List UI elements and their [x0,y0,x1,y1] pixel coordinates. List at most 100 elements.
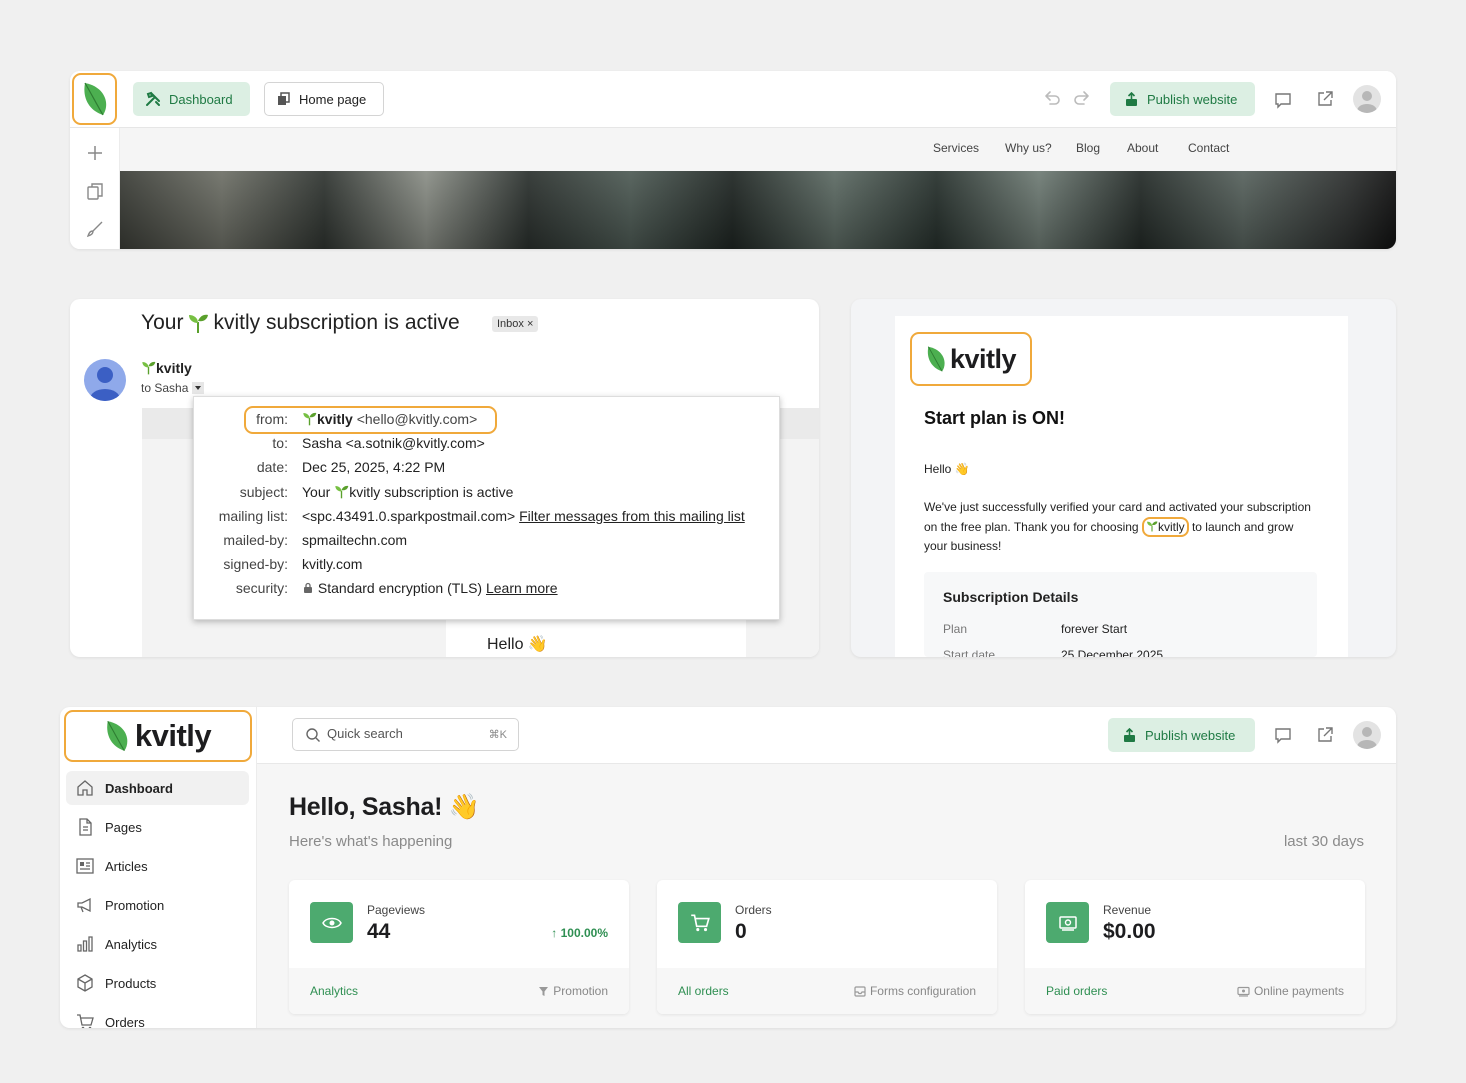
preview-paragraph: We've just successfully verified your ca… [924,498,1314,555]
undo-icon[interactable] [1042,88,1062,108]
preview-hello: Hello 👋 [924,462,970,476]
detail-mailing-list: mailing list: <spc.43491.0.sparkpostmail… [194,508,781,530]
plus-icon[interactable] [85,143,105,163]
email-panel: Your kvitly subscription is active Inbox… [70,299,819,657]
publish-website-button[interactable]: Publish website [1108,718,1255,752]
dashboard-button[interactable]: Dashboard [133,82,250,116]
sidebar-item-articles[interactable]: Articles [66,849,249,883]
sidebar-item-orders[interactable]: Orders [66,1005,249,1028]
from-value: kvitly <hello@kvitly.com> [302,411,477,427]
search-input[interactable] [327,726,477,741]
box-icon [77,974,93,992]
editor-topbar: Dashboard Home page Publish website [70,71,1396,128]
sidebar-item-label: Pages [105,819,142,835]
to-label: to Sasha [141,381,189,395]
dashboard-topbar: ⌘K Publish website [257,707,1396,764]
date-value: Dec 25, 2025, 4:22 PM [302,459,446,475]
brush-icon[interactable] [85,219,105,239]
stat-link-label: Promotion [553,984,608,998]
sidebar-item-promotion[interactable]: Promotion [66,888,249,922]
sidebar-item-label: Promotion [105,897,165,913]
stat-icon-box [678,902,721,943]
search-shortcut: ⌘K [488,729,507,741]
copy-pages-icon[interactable] [85,181,105,201]
editor-sidebar [70,128,120,249]
detail-signed-by: signed-by: kvitly.com [194,556,781,578]
stat-link-label: Online payments [1253,984,1344,998]
stat-link-analytics[interactable]: Analytics [310,984,358,998]
detail-subject: subject: Your kvitly subscription is act… [194,484,781,506]
inbox-badge[interactable]: Inbox × [492,316,539,332]
stat-link-online-payments[interactable]: Online payments [1237,984,1344,998]
email-preview-paper: kvitly Start plan is ON! Hello 👋 We've j… [895,316,1348,657]
comment-icon[interactable] [1273,725,1293,745]
redo-icon[interactable] [1072,88,1092,108]
filter-messages-link[interactable]: Filter messages from this mailing list [519,508,745,524]
date-key: date: [256,459,288,475]
sender-avatar [84,359,126,401]
sender-name: kvitly [141,360,192,376]
home-page-button[interactable]: Home page [264,82,384,116]
publish-label: Publish website [1145,727,1236,743]
nav-contact[interactable]: Contact [1188,141,1229,155]
learn-more-link[interactable]: Learn more [486,580,558,596]
stat-card-orders: Orders 0 All orders Forms configuration [657,880,997,1014]
sidebar-item-products[interactable]: Products [66,966,249,1000]
bar-chart-icon [77,936,93,952]
nav-about[interactable]: About [1127,141,1158,155]
preview-logo: kvitly [910,332,1032,386]
stat-label: Orders [735,903,772,917]
sidebar-item-dashboard[interactable]: Dashboard [66,771,249,805]
detail-date: date: Dec 25, 2025, 4:22 PM [194,459,781,481]
details-dropdown-icon[interactable] [192,382,205,394]
stat-link-forms-configuration[interactable]: Forms configuration [854,984,976,998]
stat-value: 0 [735,920,747,943]
stat-label: Revenue [1103,903,1152,917]
start-date-key: Start date [943,648,996,657]
card-payment-icon [1237,986,1250,997]
publish-website-button[interactable]: Publish website [1110,82,1255,116]
dashboard-sidebar: kvitly Dashboard Pages Articles Promotio… [60,707,257,1028]
stat-value: 44 [367,920,391,943]
sidebar-item-analytics[interactable]: Analytics [66,927,249,961]
sidebar-item-label: Products [105,975,157,991]
mailed-by-key: mailed-by: [223,532,288,548]
external-link-icon[interactable] [1315,89,1335,109]
site-nav: Services Why us? Blog About Contact [120,128,1396,171]
nav-blog[interactable]: Blog [1076,141,1100,155]
user-avatar[interactable] [1353,85,1381,113]
stat-link-paid-orders[interactable]: Paid orders [1046,984,1107,998]
leaf-logo-icon [927,346,945,372]
cart-icon [77,1014,94,1028]
from-key: from: [256,411,288,427]
date-range[interactable]: last 30 days [1284,833,1364,850]
quick-search[interactable]: ⌘K [292,718,519,751]
leaf-logo-icon [107,720,128,752]
sidebar-item-pages[interactable]: Pages [66,810,249,844]
detail-from: from: kvitly <hello@kvitly.com> [194,411,781,433]
subject-value-post: kvitly subscription is active [349,484,514,500]
stat-footer: Paid orders Online payments [1025,968,1365,1014]
subscription-details: Subscription Details Plan forever Start … [924,572,1317,657]
email-preview-panel: kvitly Start plan is ON! Hello 👋 We've j… [851,299,1396,657]
stat-footer: All orders Forms configuration [657,968,997,1014]
greeting-title: Hello, Sasha! 👋 [289,793,480,821]
stat-link-all-orders[interactable]: All orders [678,984,729,998]
hero-image [120,171,1396,249]
comment-icon[interactable] [1273,90,1293,110]
dashboard-button-label: Dashboard [169,91,233,107]
external-link-icon[interactable] [1315,725,1335,745]
nav-services[interactable]: Services [933,141,979,155]
dashboard-logo[interactable]: kvitly [64,710,252,762]
sprout-icon [189,314,209,333]
email-subject: Your kvitly subscription is active [141,311,460,335]
sidebar-item-label: Dashboard [105,780,173,796]
stat-link-promotion[interactable]: Promotion [538,984,608,998]
nav-why-us[interactable]: Why us? [1005,141,1052,155]
security-value: Standard encryption (TLS) Learn more [302,580,558,596]
to-value: Sasha <a.sotnik@kvitly.com> [302,435,485,451]
subject-value-pre: Your [302,484,335,500]
editor-logo[interactable] [72,73,117,125]
user-avatar[interactable] [1353,721,1381,749]
from-name: kvitly [317,411,353,427]
